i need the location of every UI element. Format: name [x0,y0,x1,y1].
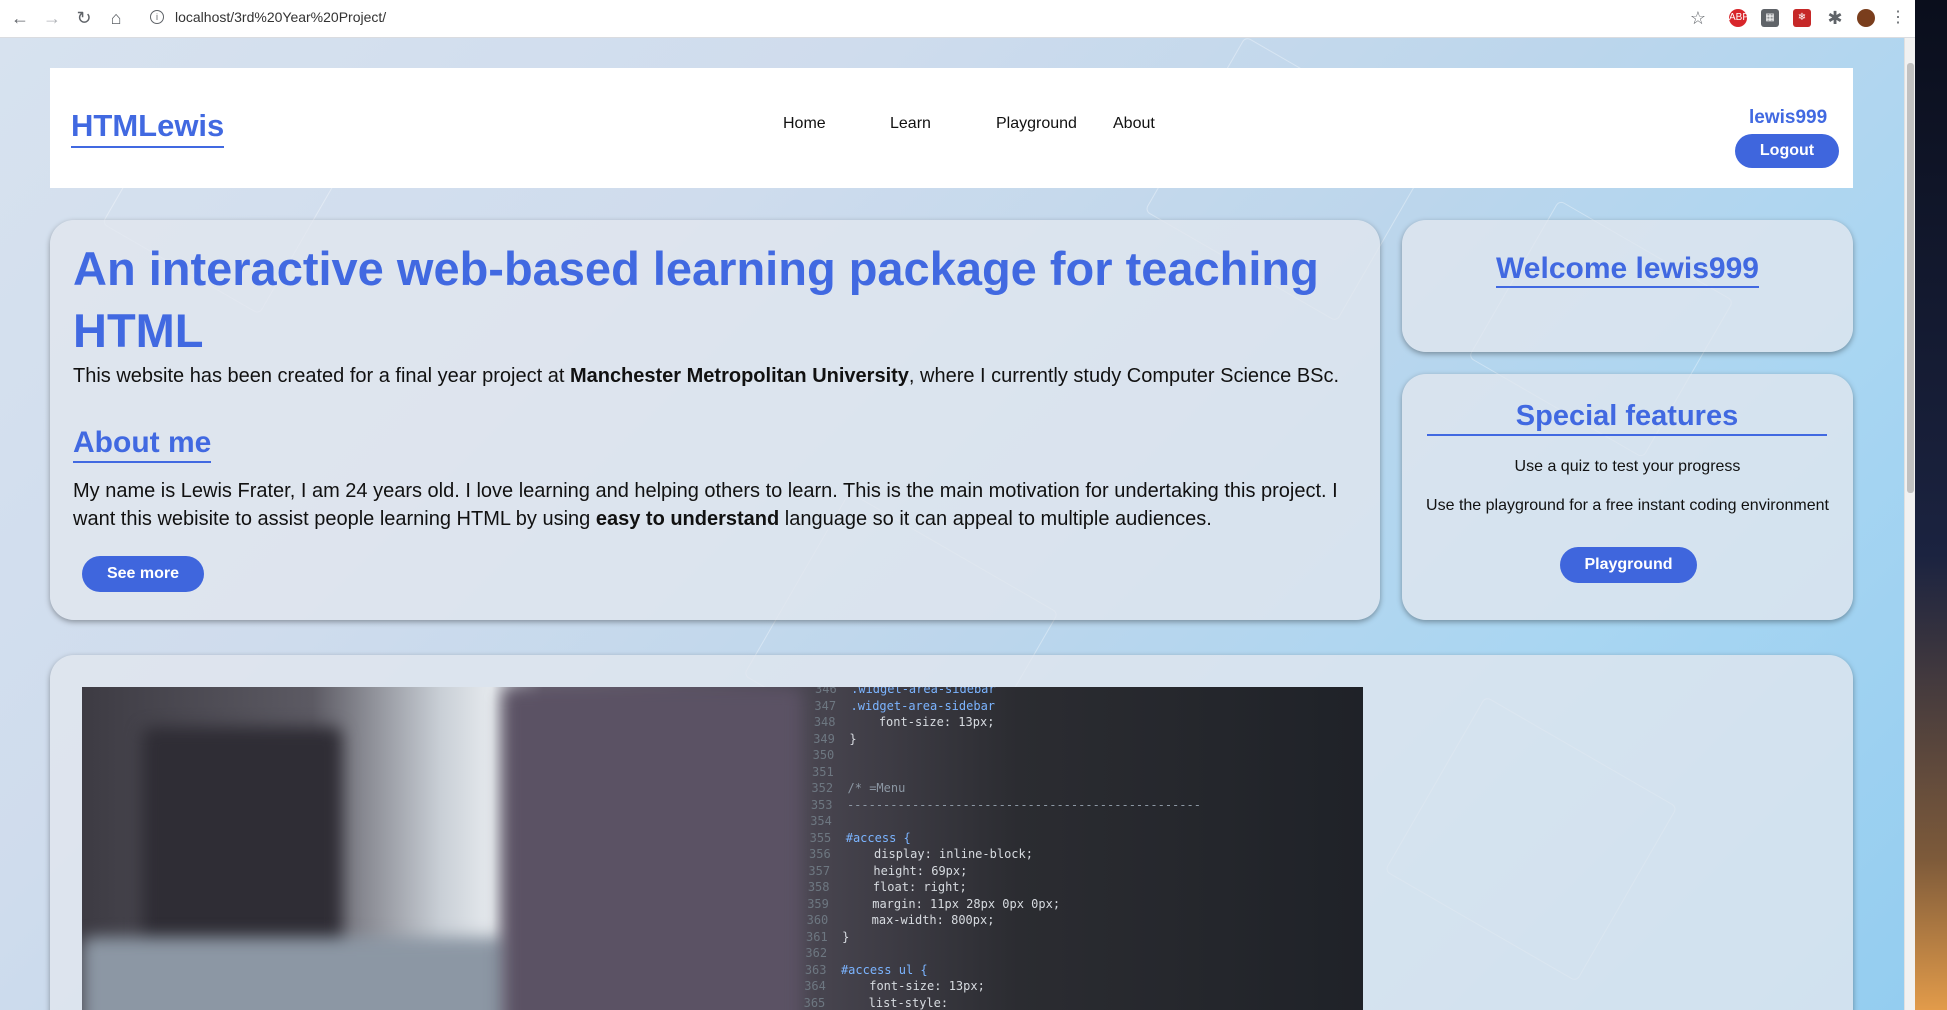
code-line-text: font-size: 13px; [849,715,995,729]
about-me-heading: About me [73,426,212,463]
code-line-number: 348 [813,715,850,729]
code-line-text: float: right; [843,880,967,894]
adblock-extension-icon[interactable]: ABP [1729,9,1749,27]
code-line-number: 359 [807,896,844,911]
code-line-number: 358 [807,880,844,894]
photo-blur-shape [82,937,512,1010]
code-line: 352 /* =Menu [811,780,1201,797]
scrollbar-thumb[interactable] [1907,63,1914,493]
code-line-number: 350 [812,748,849,762]
photo-blur-shape [502,687,802,1010]
code-line-text: .widget-area-sidebar [850,698,996,713]
code-line: 347 .widget-area-sidebar [814,698,1201,715]
code-line-text: .widget-area-sidebar [851,687,996,696]
code-line: 354 [810,813,1201,830]
see-more-button[interactable]: See more [82,556,204,592]
about-me-paragraph: My name is Lewis Frater, I am 24 years o… [73,480,1338,530]
code-line-text: ----------------------------------------… [846,797,1201,812]
code-line-text: } [849,731,857,746]
site-info-icon[interactable]: i [150,10,164,24]
image-card: 346 .widget-area-sidebar 347 .widget-area… [50,655,1853,1010]
code-line-number: 361 [806,929,843,944]
code-line-number: 364 [804,979,841,993]
code-line: 346 .widget-area-sidebar [815,687,1201,698]
code-line: 363 #access ul { [805,962,1201,979]
code-line-number: 356 [809,847,846,861]
code-line: 362 [805,945,1201,962]
code-line-text: margin: 11px 28px 0px 0px; [843,896,1061,911]
desktop-background [1915,0,1947,1010]
pdf-extension-icon[interactable]: ❄ [1793,9,1811,27]
code-line-text: /* =Menu [847,781,906,795]
code-line-number: 362 [805,946,842,960]
code-line: 365 list-style: [804,995,1201,1010]
code-line-number: 360 [806,913,843,927]
code-line: 349 } [813,731,1201,748]
grid-extension-icon[interactable]: ▦ [1761,9,1779,27]
code-line: 355 #access { [810,830,1201,847]
extensions-puzzle-icon[interactable]: ✱ [1825,8,1845,28]
code-line: 356 display: inline-block; [809,846,1201,863]
code-line-number: 352 [811,781,848,795]
special-features-heading: Special features [1427,400,1827,436]
reload-icon[interactable]: ↻ [74,8,94,28]
code-line: 351 [812,764,1201,781]
code-line-number: 353 [810,797,847,812]
code-line-text: } [842,929,850,944]
profile-avatar[interactable] [1857,9,1875,27]
address-bar[interactable]: localhost/3rd%20Year%20Project/ [175,9,386,25]
code-line-number: 354 [810,814,847,828]
code-line-text: max-width: 800px; [842,913,995,927]
playground-button[interactable]: Playground [1560,547,1697,583]
code-line-number: 357 [808,863,845,878]
browser-toolbar: ← → ↻ ⌂ i localhost/3rd%20Year%20Project… [0,0,1915,38]
code-line: 350 [813,747,1201,764]
feature-playground-text: Use the playground for a free instant co… [1426,497,1829,514]
page-title: An interactive web-based learning packag… [73,242,1319,357]
feature-quiz-text: Use a quiz to test your progress [1514,458,1741,475]
nav-playground[interactable]: Playground [996,115,1077,133]
header-username: lewis999 [1749,107,1828,128]
back-icon[interactable]: ← [10,8,30,28]
code-line-number: 355 [809,830,846,845]
nav-about[interactable]: About [1113,115,1155,133]
site-header: HTMLewis Home Learn Playground About lew… [50,68,1853,188]
welcome-heading: Welcome lewis999 [1402,252,1853,288]
code-line: 364 font-size: 13px; [804,978,1201,995]
welcome-card: Welcome lewis999 [1402,220,1853,352]
code-line-text: #access ul { [840,962,928,977]
code-line-number: 363 [804,962,841,977]
code-line: 358 float: right; [808,879,1201,896]
code-line-text: display: inline-block; [845,847,1033,861]
nav-learn[interactable]: Learn [890,115,931,133]
intro-card: An interactive web-based learning packag… [50,220,1380,620]
code-line-number: 351 [812,764,849,779]
home-icon[interactable]: ⌂ [106,8,126,28]
code-line-number: 365 [803,995,840,1010]
browser-menu-icon[interactable]: ⋮ [1888,8,1908,28]
code-line-text: list-style: [839,995,949,1010]
special-features-card: Special features Use a quiz to test your… [1402,374,1853,620]
bookmark-star-icon[interactable]: ☆ [1688,8,1708,28]
code-line: 353 ------------------------------------… [811,797,1201,814]
page-viewport: HTMLewis Home Learn Playground About lew… [0,38,1904,1010]
code-listing: 346 .widget-area-sidebar 347 .widget-area… [804,687,1201,1010]
code-line: 357 height: 69px; [808,863,1201,880]
code-screen-photo: 346 .widget-area-sidebar 347 .widget-area… [82,687,1363,1010]
intro-paragraph: This website has been created for a fina… [73,365,1340,387]
code-line: 348 font-size: 13px; [814,714,1201,731]
code-line-text: height: 69px; [844,863,968,878]
logout-button[interactable]: Logout [1735,134,1839,168]
forward-icon[interactable]: → [42,8,62,28]
code-line: 359 margin: 11px 28px 0px 0px; [807,896,1201,913]
code-line-text: font-size: 13px; [840,979,985,993]
code-line-number: 347 [814,698,851,713]
site-logo[interactable]: HTMLewis [71,108,225,148]
code-line: 361 } [806,929,1201,946]
code-line-text: #access { [845,830,911,845]
code-line-number: 346 [815,687,852,696]
code-line-number: 349 [813,731,850,746]
nav-home[interactable]: Home [783,115,826,133]
code-line: 360 max-width: 800px; [807,912,1201,929]
